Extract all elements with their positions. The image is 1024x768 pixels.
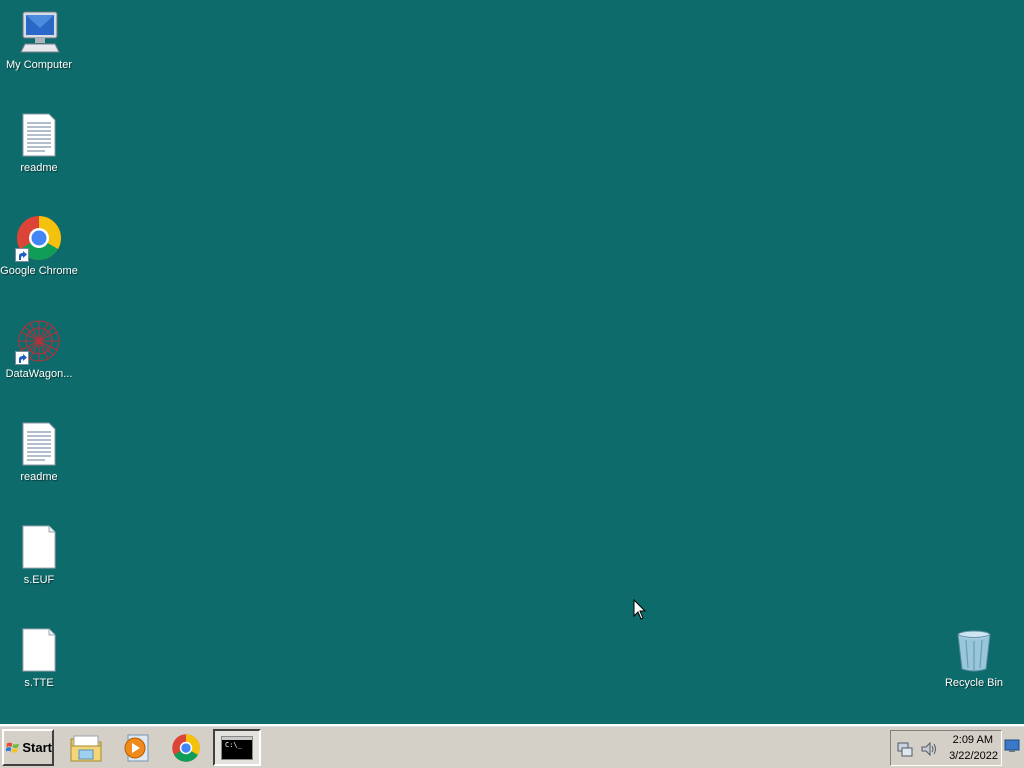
file-explorer-icon <box>70 735 102 762</box>
computer-icon <box>15 8 63 56</box>
desktop-icon-readme[interactable]: readme <box>0 103 78 183</box>
start-label: Start <box>22 740 52 755</box>
desktop[interactable]: My Computer readme Google Chrome DataWag… <box>0 0 1024 724</box>
shortcut-arrow-icon <box>15 248 29 262</box>
desktop-icon-label: s.EUF <box>23 574 55 586</box>
desktop-icon-label: readme <box>20 162 58 174</box>
desktop-icon-label: DataWagon... <box>5 368 73 380</box>
clock-time[interactable]: 2:09 AM <box>953 734 993 746</box>
desktop-icon-s-tte[interactable]: s.TTE <box>0 618 78 698</box>
desktop-icon-s-euf[interactable]: s.EUF <box>0 515 78 595</box>
desktop-icon-my-computer[interactable]: My Computer <box>0 0 78 80</box>
taskbar: Start C:\_ 2:09 AM 3/22/2022 <box>0 724 1024 768</box>
blank-file-icon <box>15 626 63 674</box>
shortcut-arrow-icon <box>15 351 29 365</box>
command-prompt-icon-text: C:\_ <box>225 740 242 749</box>
start-button[interactable]: Start <box>2 729 54 766</box>
blank-file-icon <box>15 523 63 571</box>
network-icon[interactable] <box>896 740 914 758</box>
taskbar-button-command-prompt[interactable]: C:\_ <box>213 729 261 766</box>
desktop-icon-google-chrome[interactable]: Google Chrome <box>0 206 78 286</box>
desktop-icon-datawagon[interactable]: DataWagon... <box>0 309 78 389</box>
system-tray: 2:09 AM 3/22/2022 <box>890 730 1002 766</box>
text-document-icon <box>15 111 63 159</box>
desktop-icon-recycle-bin[interactable]: Recycle Bin <box>935 618 1013 698</box>
command-prompt-icon: C:\_ <box>221 735 253 760</box>
media-player-icon <box>124 734 149 762</box>
desktop-icon-label: Google Chrome <box>0 265 78 277</box>
quicklaunch-file-explorer[interactable] <box>68 730 104 766</box>
volume-icon[interactable] <box>920 740 938 758</box>
desktop-icon-readme[interactable]: readme <box>0 412 78 492</box>
mouse-cursor-icon <box>633 599 647 620</box>
quicklaunch-chrome[interactable] <box>168 730 204 766</box>
chrome-icon <box>172 734 200 762</box>
desktop-icon-label: s.TTE <box>24 677 54 689</box>
windows-logo-icon <box>6 742 20 753</box>
chrome-icon <box>15 214 63 262</box>
datawagon-icon <box>15 317 63 365</box>
clock-date[interactable]: 3/22/2022 <box>949 750 998 762</box>
text-document-icon <box>15 420 63 468</box>
desktop-icon-label: My Computer <box>5 59 73 71</box>
show-desktop-icon[interactable] <box>1004 738 1020 754</box>
desktop-icon-label: readme <box>20 471 58 483</box>
quicklaunch-media-player[interactable] <box>118 730 154 766</box>
recycle-bin-icon <box>950 626 998 674</box>
desktop-icon-label: Recycle Bin <box>944 677 1004 689</box>
